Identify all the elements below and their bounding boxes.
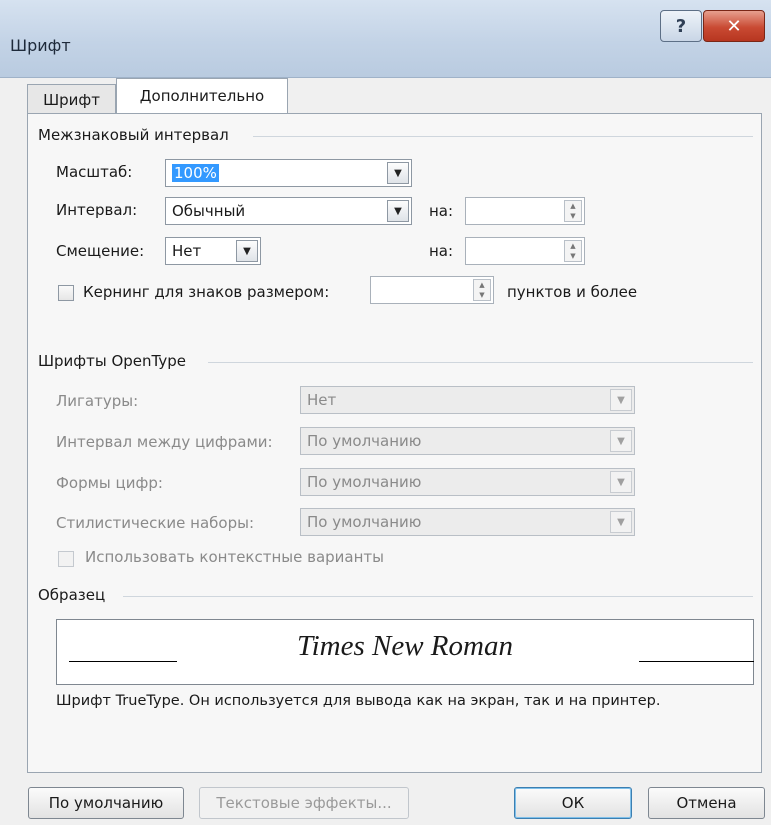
preview-description: Шрифт TrueType. Он используется для выво… — [56, 693, 661, 709]
spin-down-icon[interactable]: ▼ — [565, 251, 581, 261]
spin-down-icon[interactable]: ▼ — [565, 211, 581, 221]
cancel-button[interactable]: Отмена — [648, 787, 765, 819]
offset-by-spinner[interactable]: ▲ ▼ — [465, 237, 585, 265]
tab-font[interactable]: Шрифт — [27, 84, 116, 114]
offset-value: Нет — [172, 242, 202, 260]
spacing-group-divider — [253, 136, 753, 137]
chevron-down-icon[interactable]: ▼ — [610, 511, 632, 533]
preview-group-title: Образец — [38, 586, 106, 604]
scale-combo[interactable]: 100% ▼ — [165, 159, 412, 187]
title-bar: Шрифт ? ✕ — [0, 0, 771, 78]
spacing-group-title: Межзнаковый интервал — [38, 126, 229, 144]
close-icon: ✕ — [726, 15, 742, 37]
kerning-label: Кернинг для знаков размером: — [83, 283, 330, 301]
opentype-group-title: Шрифты OpenType — [38, 352, 187, 370]
preview-sample-text: Times New Roman — [297, 630, 513, 662]
number-spacing-label: Интервал между цифрами: — [56, 433, 273, 451]
scale-value: 100% — [172, 164, 219, 182]
interval-combo[interactable]: Обычный ▼ — [165, 197, 412, 225]
kerning-suffix: пунктов и более — [507, 283, 638, 301]
offset-combo[interactable]: Нет ▼ — [165, 237, 261, 265]
chevron-down-icon[interactable]: ▼ — [387, 162, 409, 184]
interval-by-spinner[interactable]: ▲ ▼ — [465, 197, 585, 225]
chevron-down-icon[interactable]: ▼ — [387, 200, 409, 222]
number-spacing-combo[interactable]: По умолчанию ▼ — [300, 427, 635, 455]
preview-group-divider — [123, 596, 753, 597]
tab-panel-advanced: Межзнаковый интервал Масштаб: 100% ▼ Инт… — [27, 113, 762, 773]
ligatures-combo[interactable]: Нет ▼ — [300, 386, 635, 414]
number-forms-combo[interactable]: По умолчанию ▼ — [300, 468, 635, 496]
close-button[interactable]: ✕ — [703, 10, 765, 42]
chevron-down-icon[interactable]: ▼ — [610, 430, 632, 452]
chevron-down-icon[interactable]: ▼ — [610, 389, 632, 411]
spin-up-icon[interactable]: ▲ — [474, 280, 490, 290]
chevron-down-icon[interactable]: ▼ — [236, 240, 258, 262]
spin-up-icon[interactable]: ▲ — [565, 201, 581, 211]
offset-label: Смещение: — [56, 242, 145, 260]
opentype-group-divider — [208, 362, 753, 363]
baseline-right — [639, 661, 754, 662]
ok-button[interactable]: ОК — [514, 787, 632, 819]
interval-value: Обычный — [172, 202, 246, 220]
spin-up-icon[interactable]: ▲ — [565, 241, 581, 251]
set-default-button[interactable]: По умолчанию — [28, 787, 184, 819]
chevron-down-icon[interactable]: ▼ — [610, 471, 632, 493]
text-effects-button[interactable]: Текстовые эффекты... — [199, 787, 409, 819]
kerning-checkbox[interactable] — [58, 285, 74, 301]
preview-box: Times New Roman — [56, 619, 754, 685]
interval-by-label: на: — [429, 202, 454, 220]
stylistic-sets-combo[interactable]: По умолчанию ▼ — [300, 508, 635, 536]
stylistic-sets-label: Стилистические наборы: — [56, 514, 255, 532]
offset-by-label: на: — [429, 242, 454, 260]
tab-advanced[interactable]: Дополнительно — [116, 78, 288, 114]
scale-label: Масштаб: — [56, 163, 133, 181]
number-forms-label: Формы цифр: — [56, 474, 163, 492]
kerning-spinner[interactable]: ▲ ▼ — [370, 276, 494, 304]
ligatures-label: Лигатуры: — [56, 392, 139, 410]
contextual-label: Использовать контекстные варианты — [85, 548, 384, 566]
contextual-checkbox[interactable] — [58, 551, 74, 567]
window-title: Шрифт — [10, 36, 71, 55]
help-button[interactable]: ? — [660, 10, 702, 42]
help-icon: ? — [675, 15, 687, 37]
interval-label: Интервал: — [56, 201, 138, 219]
spin-down-icon[interactable]: ▼ — [474, 290, 490, 300]
